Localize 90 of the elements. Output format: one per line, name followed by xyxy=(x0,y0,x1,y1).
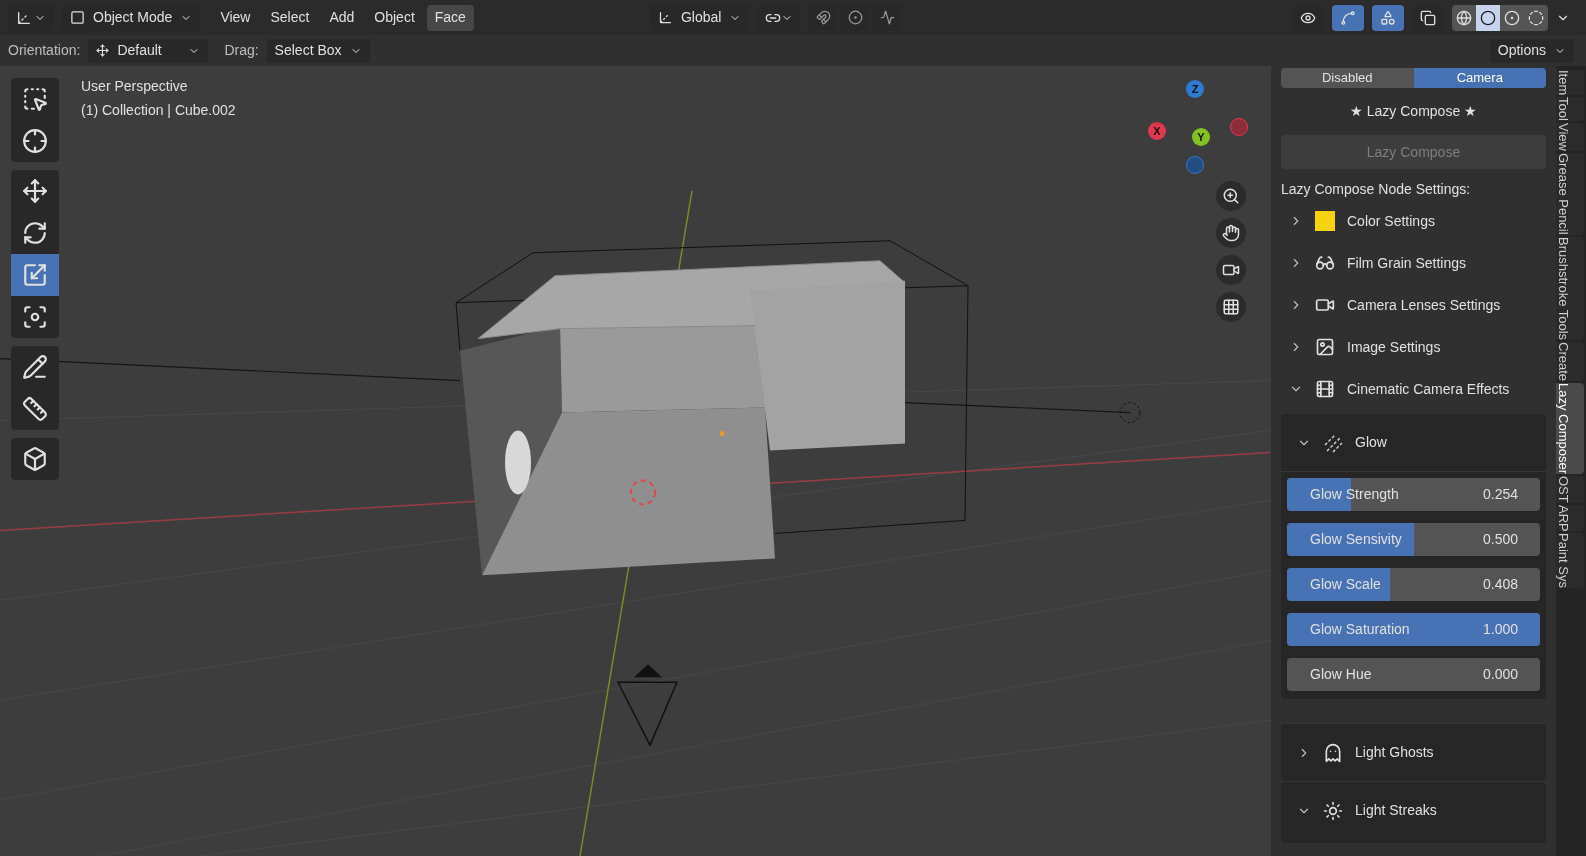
mode-tab[interactable]: Disabled xyxy=(1281,68,1414,88)
sidebar-tab[interactable]: View xyxy=(1556,123,1584,152)
select-box-icon xyxy=(22,86,48,112)
mode-tab[interactable]: Camera xyxy=(1413,68,1546,88)
sidebar-tab[interactable]: Tool xyxy=(1556,97,1584,122)
color-swatch-icon xyxy=(1315,211,1335,231)
axis-label: Y xyxy=(1192,128,1210,146)
sidebar-tab[interactable]: Create xyxy=(1556,341,1584,381)
sidebar-tab[interactable]: ARP xyxy=(1556,504,1584,532)
compose-button: Lazy Compose xyxy=(1281,135,1546,169)
section-label: Lazy Compose Node Settings: xyxy=(1281,180,1472,199)
cube-icon xyxy=(22,446,48,472)
sidebar-tab[interactable]: Paint Sys xyxy=(1556,533,1584,589)
panel-title: Camera Lenses Settings xyxy=(1347,295,1501,315)
magnet-icon xyxy=(815,10,831,25)
curve-icon xyxy=(879,10,895,25)
navigation-button[interactable] xyxy=(1216,255,1246,285)
image-icon xyxy=(1315,337,1335,357)
object-info: (1) Collection | Cube.002 xyxy=(81,101,236,120)
navigation-button[interactable] xyxy=(1216,218,1246,248)
options-dropdown[interactable]: Options xyxy=(1489,38,1574,63)
sidebar-tab[interactable]: Grease Pencil xyxy=(1556,153,1584,235)
rendered-sphere-icon xyxy=(1528,9,1544,26)
subpanel-header[interactable]: Glow xyxy=(1281,414,1546,471)
circle-dot-icon xyxy=(847,10,863,25)
subpanel-header[interactable]: Light Ghosts xyxy=(1281,724,1546,781)
panel-header[interactable]: Color Settings xyxy=(1281,200,1546,242)
menu-item[interactable]: Select xyxy=(262,4,318,31)
orientation-dropdown[interactable]: Global xyxy=(649,4,750,31)
view-toggle[interactable] xyxy=(1332,4,1364,31)
wireframe-sphere-icon xyxy=(1456,9,1472,26)
diagonal-lines-icon xyxy=(1323,432,1343,453)
subpanel-header[interactable]: Light Streaks xyxy=(1281,782,1546,839)
glasses-icon xyxy=(1315,253,1335,273)
panel-header[interactable]: Camera Lenses Settings xyxy=(1281,284,1546,326)
square-icon xyxy=(70,10,85,25)
view-toggle[interactable] xyxy=(1372,4,1404,31)
drag-dropdown[interactable]: Select Box xyxy=(266,38,370,63)
material-sphere-icon xyxy=(1504,9,1520,26)
ruler-icon xyxy=(22,396,48,422)
scale-icon xyxy=(22,262,48,288)
gizmo-icon xyxy=(1340,9,1356,26)
panel-title: Color Settings xyxy=(1347,211,1435,231)
value-slider[interactable]: Glow Scale 0.408 xyxy=(1287,568,1540,601)
viewport-icon xyxy=(16,9,32,26)
menu-item[interactable]: Add xyxy=(321,4,363,31)
navigation-button[interactable] xyxy=(1216,292,1246,322)
zoom-icon xyxy=(1222,187,1240,205)
orientation-dropdown[interactable]: Default xyxy=(88,38,209,63)
drag-label: Drag: xyxy=(224,41,259,60)
mode-dropdown[interactable]: Object Mode xyxy=(62,4,201,31)
menu-item[interactable]: Face xyxy=(426,4,474,31)
shading-button[interactable] xyxy=(1476,4,1500,31)
sidebar-tab[interactable]: Item xyxy=(1556,70,1584,96)
navigation-button[interactable] xyxy=(1216,181,1246,211)
value-slider[interactable]: Glow Hue 0.000 xyxy=(1287,658,1540,691)
panel-title: Image Settings xyxy=(1347,337,1441,357)
subpanel-title: Light Streaks xyxy=(1355,801,1437,820)
subpanel-title: Light Ghosts xyxy=(1355,743,1434,762)
xray-icon xyxy=(1420,9,1436,26)
film-icon xyxy=(1315,379,1335,399)
panel-title: Cinematic Camera Effects xyxy=(1347,379,1510,399)
value-slider[interactable]: Glow Sensivity 0.500 xyxy=(1287,523,1540,556)
panel-header[interactable]: Cinematic Camera Effects xyxy=(1281,368,1546,410)
menu-item[interactable]: Object xyxy=(366,4,423,31)
axis-label: X xyxy=(1148,122,1166,140)
sidebar-tab[interactable]: Brushstroke Tools xyxy=(1556,236,1584,340)
transform-icon xyxy=(22,304,48,330)
value-slider[interactable]: Glow Saturation 1.000 xyxy=(1287,613,1540,646)
hand-icon xyxy=(1222,224,1240,242)
panel-header[interactable]: Image Settings xyxy=(1281,326,1546,368)
pencil-icon xyxy=(22,354,48,380)
sun-icon xyxy=(1323,800,1343,821)
move-arrows-icon xyxy=(22,178,48,204)
orientation-label: Orientation: xyxy=(8,41,81,60)
panel-header[interactable]: Film Grain Settings xyxy=(1281,242,1546,284)
overlay-icon xyxy=(1380,9,1396,26)
addon-title: ★ Lazy Compose ★ xyxy=(1348,102,1479,121)
panel-title: Film Grain Settings xyxy=(1347,253,1467,273)
sidebar-tab[interactable]: Lazy Composer xyxy=(1556,382,1584,474)
crosshair-icon xyxy=(22,128,48,154)
rotate-icon xyxy=(22,220,48,246)
menu-item[interactable]: View xyxy=(212,4,259,31)
solid-sphere-icon xyxy=(1480,9,1496,26)
axis-label: Z xyxy=(1186,80,1204,98)
ghost-icon xyxy=(1323,742,1343,763)
grid-icon xyxy=(1222,298,1240,316)
subpanel-title: Glow xyxy=(1355,433,1387,452)
sidebar-tab[interactable]: OST xyxy=(1556,475,1584,503)
view-name: User Perspective xyxy=(81,77,189,96)
